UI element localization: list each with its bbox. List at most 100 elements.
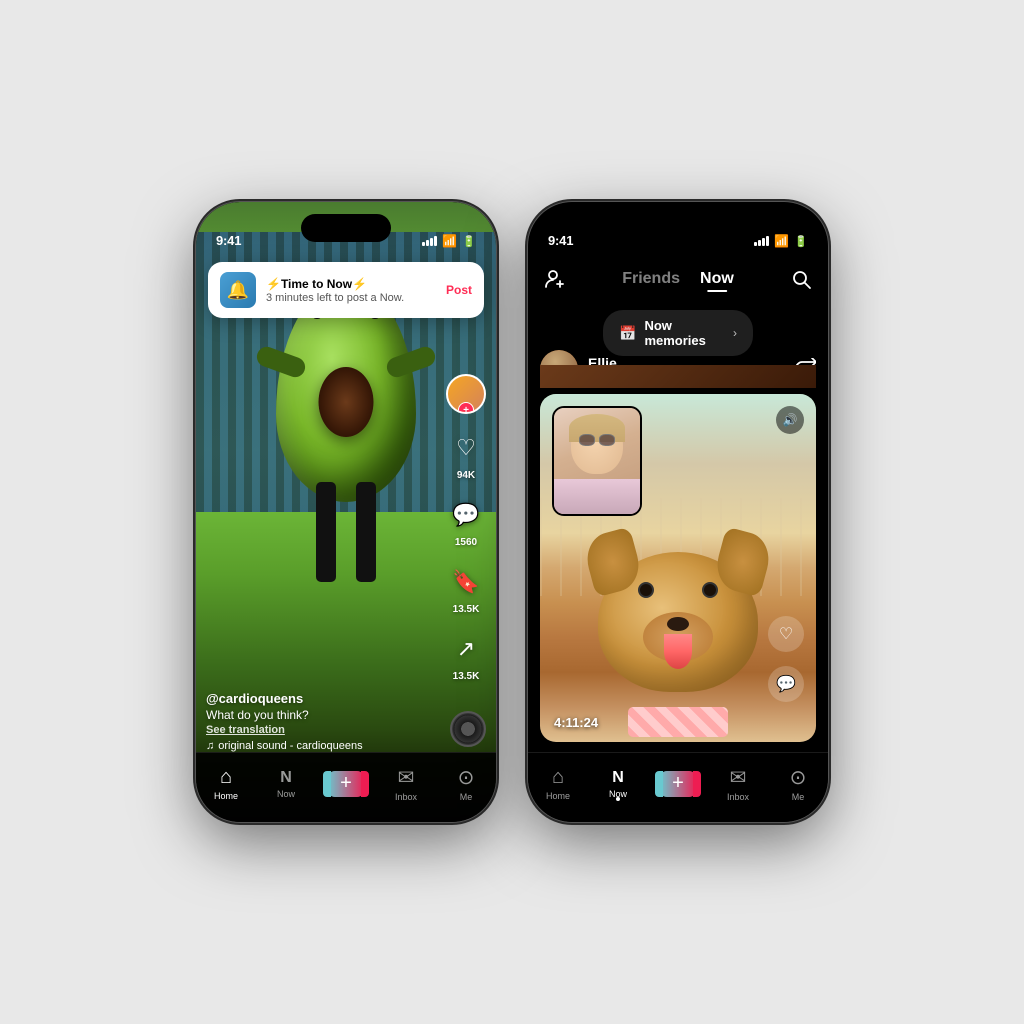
right-screen: 9:41 📶 🔋 [528, 202, 828, 822]
me-icon: ⊙ [458, 765, 475, 790]
nav-home-label-right: Home [546, 791, 570, 801]
tab-now[interactable]: Now [700, 270, 734, 288]
dog-eyes [638, 582, 718, 598]
nav-home[interactable]: ⌂ Home [204, 766, 248, 801]
avocado-arm-left [254, 344, 308, 380]
sound-toggle[interactable]: 🔊 [776, 406, 804, 434]
nav-home-label: Home [214, 791, 238, 801]
photo-like-button[interactable]: ♡ [768, 616, 804, 652]
nav-inbox-label-right: Inbox [727, 792, 749, 802]
signal-bar-r1 [754, 242, 757, 246]
signal-bar-r2 [758, 240, 761, 246]
now-header: Friends Now [528, 254, 828, 304]
search-button[interactable] [790, 268, 812, 291]
wifi-icon: 📶 [442, 234, 457, 248]
comment-icon: 💬 [446, 495, 486, 535]
bookmark-button[interactable]: 🔖 13.5K [446, 562, 486, 615]
battery-icon: 🔋 [462, 235, 476, 248]
share-button[interactable]: ↗ 13.5K [446, 629, 486, 682]
dynamic-island-left [301, 214, 391, 242]
nav-me[interactable]: ⊙ Me [444, 765, 488, 802]
dog-eye-right [702, 582, 718, 598]
me-icon-right: ⊙ [790, 765, 807, 790]
add-friend-icon [544, 268, 566, 290]
post-user[interactable]: Ellie On time [540, 350, 627, 388]
status-time-left: 9:41 [216, 233, 241, 248]
nav-plus-right[interactable]: + [656, 771, 700, 797]
nav-inbox[interactable]: ✉ Inbox [384, 765, 428, 802]
nav-now[interactable]: N Now [264, 769, 308, 799]
sound-info: ♫ original sound - cardioqueens [206, 740, 436, 752]
signal-bars-right [754, 236, 769, 246]
tab-friends[interactable]: Friends [622, 270, 680, 288]
creator-avatar[interactable]: + [446, 374, 486, 414]
create-button-right[interactable]: + [659, 771, 697, 797]
battery-icon-right: 🔋 [794, 235, 808, 248]
nav-plus[interactable]: + [324, 771, 368, 797]
like-count: 94K [457, 470, 475, 481]
follow-plus[interactable]: + [458, 402, 474, 414]
memories-label: Now memories [644, 318, 725, 348]
dog-head [598, 552, 758, 692]
notification-icon: 🔔 [220, 272, 256, 308]
video-username[interactable]: @cardioqueens [206, 691, 436, 706]
nav-me-label: Me [460, 792, 473, 802]
notification-post-button[interactable]: Post [446, 283, 472, 297]
notification-title: ⚡Time to Now⚡ [266, 277, 436, 291]
nav-now-label: Now [277, 789, 295, 799]
now-icon: N [280, 769, 292, 787]
dynamic-island-right [633, 214, 723, 242]
comment-count: 1560 [455, 537, 477, 548]
signal-bar-4 [434, 236, 437, 246]
dog-eye-left [638, 582, 654, 598]
caption-area: @cardioqueens What do you think? See tra… [206, 691, 436, 752]
avocado-arm-right [384, 344, 438, 380]
share-count: 13.5K [453, 671, 480, 682]
see-translation[interactable]: See translation [206, 724, 436, 736]
nav-home-right[interactable]: ⌂ Home [536, 766, 580, 801]
status-time-right: 9:41 [548, 233, 573, 248]
nav-me-label-right: Me [792, 792, 805, 802]
nav-inbox-right[interactable]: ✉ Inbox [716, 765, 760, 802]
like-button[interactable]: ♡ 94K [446, 428, 486, 481]
signal-bar-r4 [766, 236, 769, 246]
video-caption: What do you think? [206, 708, 436, 722]
phones-container: 9:41 📶 🔋 🔔 ⚡Time [196, 202, 828, 822]
post-avatar[interactable] [540, 350, 578, 388]
music-note-icon: ♫ [206, 740, 214, 752]
comment-button[interactable]: 💬 1560 [446, 495, 486, 548]
sound-text: original sound - cardioqueens [218, 740, 362, 752]
inbox-icon-right: ✉ [730, 765, 747, 790]
avocado-leg-left [316, 482, 336, 582]
music-disc[interactable] [450, 711, 486, 747]
dog-tongue [664, 634, 692, 669]
bell-icon: 🔔 [227, 280, 249, 301]
dog-nose [667, 617, 689, 631]
home-icon-right: ⌂ [552, 766, 564, 789]
left-phone: 9:41 📶 🔋 🔔 ⚡Time [196, 202, 496, 822]
wifi-icon-right: 📶 [774, 234, 789, 248]
avocado-leg-right [356, 482, 376, 582]
selfie-shirt [554, 479, 640, 514]
nav-inbox-label: Inbox [395, 792, 417, 802]
photo-comment-button[interactable]: 💬 [768, 666, 804, 702]
nav-now-right[interactable]: N Now [596, 769, 640, 799]
memories-chevron: › [733, 326, 737, 340]
notification-banner[interactable]: 🔔 ⚡Time to Now⚡ 3 minutes left to post a… [208, 262, 484, 318]
photo-actions: ♡ 💬 [768, 616, 804, 702]
signal-bar-2 [426, 240, 429, 246]
signal-bars [422, 236, 437, 246]
notification-content: ⚡Time to Now⚡ 3 minutes left to post a N… [266, 277, 436, 304]
create-button[interactable]: + [327, 771, 365, 797]
home-icon: ⌂ [220, 766, 232, 789]
status-icons-right: 📶 🔋 [754, 234, 808, 248]
calendar-icon: 📅 [619, 325, 636, 342]
left-screen: 9:41 📶 🔋 🔔 ⚡Time [196, 202, 496, 822]
add-friend-button[interactable] [544, 268, 566, 291]
signal-bar-r3 [762, 238, 765, 246]
nav-me-right[interactable]: ⊙ Me [776, 765, 820, 802]
status-icons-left: 📶 🔋 [422, 234, 476, 248]
bottom-nav-right: ⌂ Home N Now + ✉ Inbox ⊙ Me [528, 752, 828, 822]
avocado-legs [306, 482, 386, 542]
now-photo[interactable]: 🔊 ♡ 💬 4:11:24 [540, 394, 816, 742]
